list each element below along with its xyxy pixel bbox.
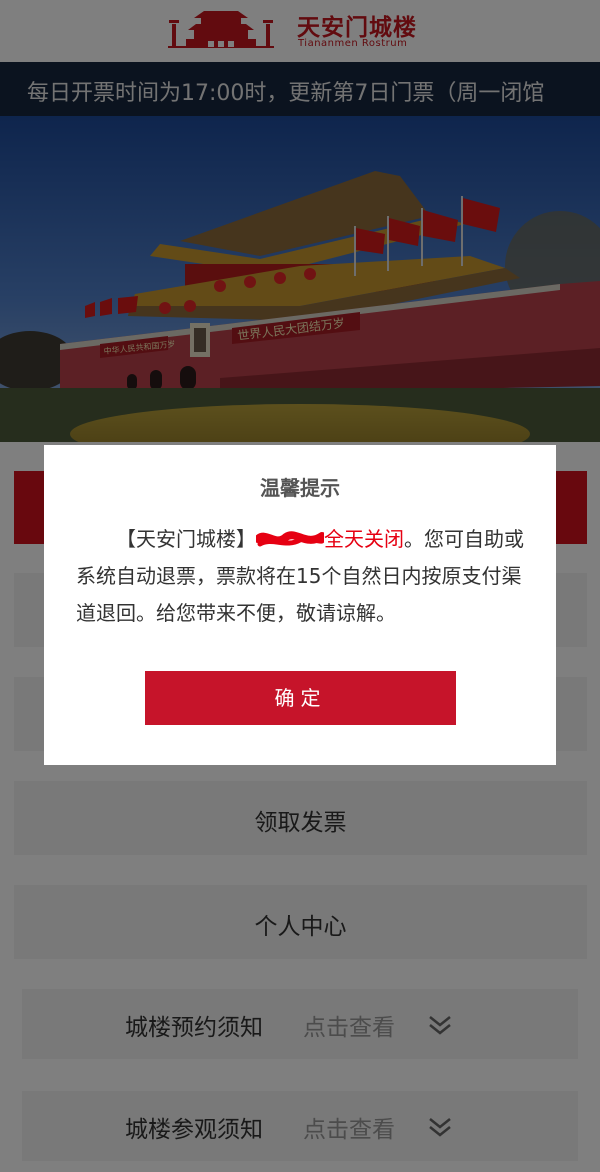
- confirm-button[interactable]: 确定: [145, 671, 456, 725]
- notice-dialog: 温馨提示 【天安门城楼】 全天关闭。您可自助或系统自动退票，票款将在15个自然日内…: [44, 445, 556, 765]
- dialog-message-highlight: 全天关闭: [324, 527, 404, 551]
- redacted-scribble: [256, 531, 324, 547]
- dialog-message: 【天安门城楼】 全天关闭。您可自助或系统自动退票，票款将在15个自然日内按原支付渠…: [76, 521, 531, 632]
- dialog-message-venue: 【天安门城楼】: [116, 527, 256, 551]
- dialog-title: 温馨提示: [260, 476, 340, 500]
